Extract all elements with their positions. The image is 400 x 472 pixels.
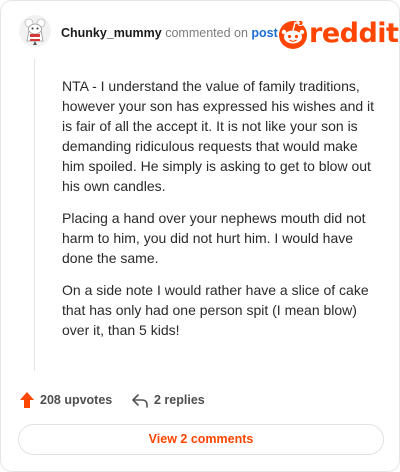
avatar-icon[interactable] — [19, 15, 51, 47]
logo-wordmark: reddit — [309, 18, 399, 49]
post-link[interactable]: post — [251, 26, 277, 40]
comment-paragraph: NTA - I understand the value of family t… — [62, 78, 375, 194]
comment-paragraph: Placing a hand over your nephews mouth d… — [62, 210, 366, 266]
upvote-button[interactable]: 208 upvotes — [19, 389, 112, 411]
comment-body: NTA - I understand the value of family t… — [62, 76, 384, 352]
replies-button[interactable]: 2 replies — [131, 389, 205, 411]
comment-meta: Chunky_mummy commented on post — [61, 26, 278, 40]
replies-count: 2 replies — [154, 393, 205, 407]
view-comments-button[interactable]: View 2 comments — [18, 424, 384, 455]
reddit-logo-icon[interactable]: reddit — [279, 18, 399, 50]
thread-line — [34, 59, 35, 371]
action-text: commented on — [165, 26, 248, 40]
comment-paragraph: On a side note I would rather have a sli… — [62, 282, 369, 338]
reply-arrow-icon — [132, 394, 148, 408]
upvote-arrow-icon — [20, 392, 34, 408]
comment-card: Chunky_mummy commented on post reddit NT… — [0, 0, 400, 472]
upvotes-count: 208 upvotes — [40, 393, 113, 407]
comment-header: Chunky_mummy commented on post reddit — [1, 1, 400, 65]
username[interactable]: Chunky_mummy — [61, 26, 162, 40]
